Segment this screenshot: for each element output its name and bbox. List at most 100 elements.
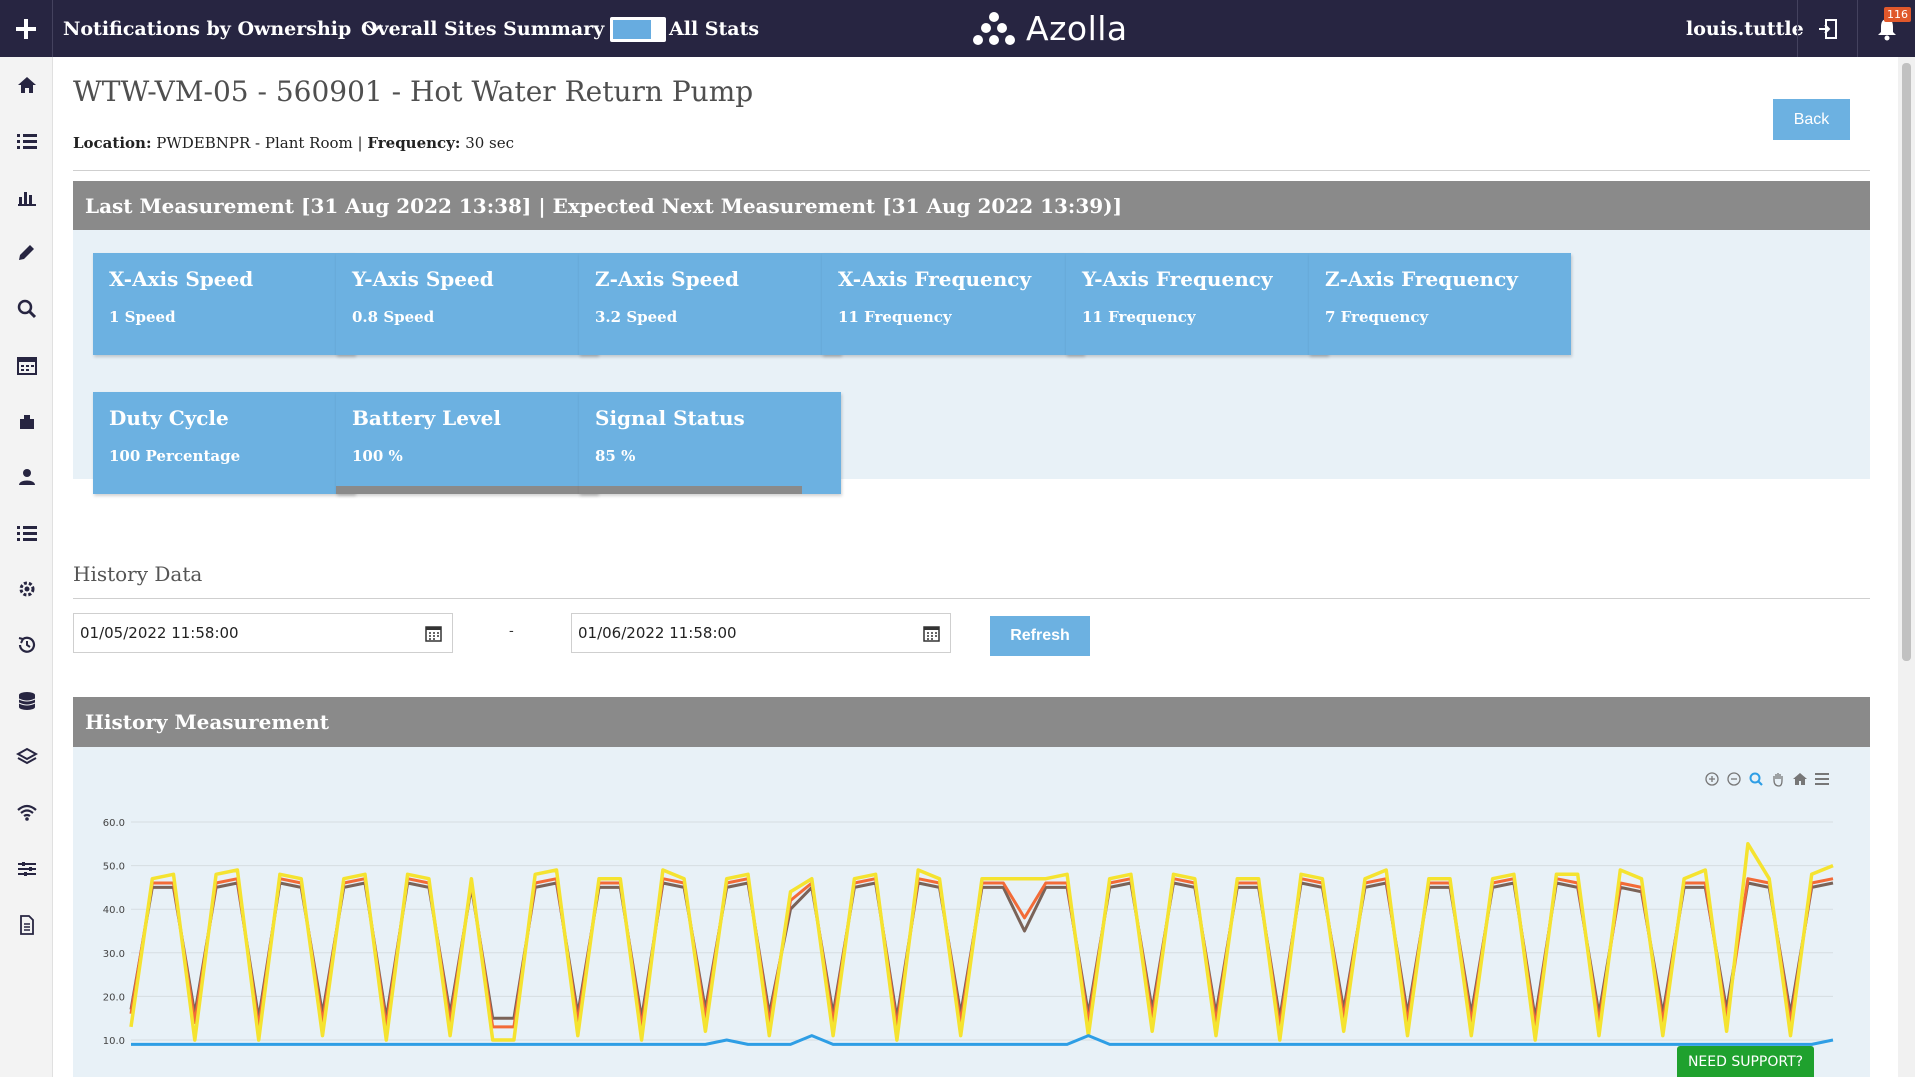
all-stats-toggle[interactable] — [610, 17, 666, 42]
calendar-icon[interactable] — [425, 625, 442, 642]
y-tick-label: 50.0 — [103, 862, 125, 873]
tile-value: 100 % — [352, 447, 403, 465]
date-range-separator: - — [509, 623, 514, 639]
wifi-icon — [16, 804, 37, 821]
last-measurement-header: Last Measurement [31 Aug 2022 13:38] | E… — [73, 181, 1870, 230]
divider — [73, 598, 1870, 599]
stat-tile[interactable]: Duty Cycle 100 Percentage — [93, 392, 355, 494]
pencil-icon — [18, 245, 34, 260]
username[interactable]: louis.tuttle — [1686, 0, 1804, 57]
azolla-logo[interactable]: Azolla — [972, 0, 1128, 57]
sidebar-item-list[interactable] — [0, 113, 53, 169]
search-icon — [17, 299, 36, 319]
sidebar-item-list-2[interactable] — [0, 505, 53, 561]
frequency-label: Frequency: — [367, 134, 461, 152]
tile-value: 11 Frequency — [838, 308, 952, 326]
user-icon — [18, 469, 35, 485]
sidebar-item-charts[interactable] — [0, 169, 53, 225]
sidebar-item-search[interactable] — [0, 281, 53, 337]
series-line — [129, 881, 1834, 1020]
calendar-icon — [16, 357, 37, 375]
tile-title: X-Axis Frequency — [838, 267, 1032, 291]
database-icon — [18, 692, 35, 710]
history-measurement-panel: History Measurement 60.0 50.0 40.0 30.0 20.0… — [73, 697, 1870, 1077]
sidebar-item-database[interactable] — [0, 673, 53, 729]
notifications-by-ownership-menu[interactable]: Notifications by Ownership — [63, 0, 383, 57]
y-tick-label: 60.0 — [103, 818, 125, 829]
sliders-icon — [17, 862, 36, 876]
tile-value: 85 % — [595, 447, 636, 465]
overall-sites-summary-menu[interactable]: Overall Sites Summary — [361, 0, 636, 57]
tile-value: 100 Percentage — [109, 447, 241, 465]
home-icon — [17, 77, 36, 93]
all-stats-label: All Stats — [669, 17, 760, 40]
start-date-value: 01/05/2022 11:58:00 — [80, 624, 239, 642]
notifications-button[interactable]: 116 — [1857, 0, 1915, 57]
logo-text: Azolla — [1026, 9, 1128, 48]
tile-title: Battery Level — [352, 406, 501, 430]
tile-value: 1 Speed — [109, 308, 176, 326]
signal-status-bar — [579, 486, 802, 494]
stat-tile[interactable]: Y-Axis Frequency 11 Frequency — [1066, 253, 1328, 355]
sidebar-item-reports[interactable] — [0, 897, 53, 953]
tile-value: 3.2 Speed — [595, 308, 678, 326]
start-date-input[interactable]: 01/05/2022 11:58:00 — [73, 613, 453, 653]
refresh-button[interactable]: Refresh — [990, 616, 1090, 656]
toggle-fill — [613, 20, 651, 39]
scrollbar-thumb[interactable] — [1902, 63, 1911, 661]
sidebar-item-devices[interactable] — [0, 561, 53, 617]
battery-level-bar — [336, 486, 598, 494]
stat-tile[interactable]: Z-Axis Frequency 7 Frequency — [1309, 253, 1571, 355]
stat-tile[interactable]: X-Axis Speed 1 Speed — [93, 253, 355, 355]
tile-title: Y-Axis Speed — [352, 267, 494, 291]
sidebar-item-layers[interactable] — [0, 729, 53, 785]
document-icon — [19, 915, 34, 935]
tile-value: 7 Frequency — [1325, 308, 1429, 326]
sidebar-item-sites[interactable] — [0, 393, 53, 449]
calendar-icon[interactable] — [923, 625, 940, 642]
back-button[interactable]: Back — [1773, 99, 1850, 140]
frequency-value: 30 sec — [465, 134, 515, 152]
tile-title: Y-Axis Frequency — [1082, 267, 1273, 291]
location-value: PWDEBNPR - Plant Room — [156, 134, 353, 152]
stat-tile[interactable]: X-Axis Frequency 11 Frequency — [822, 253, 1084, 355]
need-support-button[interactable]: NEED SUPPORT? — [1677, 1046, 1814, 1077]
sidebar-item-settings[interactable] — [0, 841, 53, 897]
tile-title: Duty Cycle — [109, 406, 229, 430]
y-tick-label: 10.0 — [103, 1036, 125, 1047]
sidebar-item-calendar[interactable] — [0, 337, 53, 393]
y-tick-label: 20.0 — [103, 992, 125, 1003]
vertical-scrollbar[interactable] — [1898, 57, 1915, 1077]
logo-icon — [973, 11, 1015, 45]
history-icon — [18, 636, 35, 653]
list-icon — [16, 526, 37, 541]
y-tick-label: 30.0 — [103, 949, 125, 960]
sidebar-item-history[interactable] — [0, 617, 53, 673]
sidebar-item-home[interactable] — [0, 57, 53, 113]
end-date-input[interactable]: 01/06/2022 11:58:00 — [571, 613, 951, 653]
device-info-line: Location: PWDEBNPR - Plant Room | Freque… — [73, 134, 515, 152]
stat-tile[interactable]: Signal Status 85 % — [579, 392, 841, 494]
tile-value: 11 Frequency — [1082, 308, 1196, 326]
notification-count-badge: 116 — [1884, 7, 1911, 22]
page-title: WTW-VM-05 - 560901 - Hot Water Return Pu… — [73, 75, 754, 108]
tile-title: Z-Axis Frequency — [1325, 267, 1518, 291]
stat-tile[interactable]: Z-Axis Speed 3.2 Speed — [579, 253, 841, 355]
cog-icon — [19, 581, 34, 597]
stat-tile[interactable]: Battery Level 100 % — [336, 392, 598, 494]
tile-value: 0.8 Speed — [352, 308, 435, 326]
y-tick-label: 40.0 — [103, 905, 125, 916]
sidebar-item-wifi[interactable] — [0, 785, 53, 841]
logout-button[interactable] — [1797, 0, 1857, 57]
history-data-title: History Data — [73, 562, 203, 586]
sidebar-item-edit[interactable] — [0, 225, 53, 281]
stat-tile[interactable]: Y-Axis Speed 0.8 Speed — [336, 253, 598, 355]
menu-label: Overall Sites Summary — [361, 17, 605, 40]
sidebar-item-users[interactable] — [0, 449, 53, 505]
location-label: Location: — [73, 134, 152, 152]
tile-title: Z-Axis Speed — [595, 267, 740, 291]
list-icon — [16, 134, 37, 149]
history-line-chart: 60.0 50.0 40.0 30.0 20.0 10.0 — [103, 818, 1834, 1047]
add-icon[interactable] — [0, 0, 53, 57]
top-navbar: Notifications by Ownership Overall Sites… — [0, 0, 1915, 57]
